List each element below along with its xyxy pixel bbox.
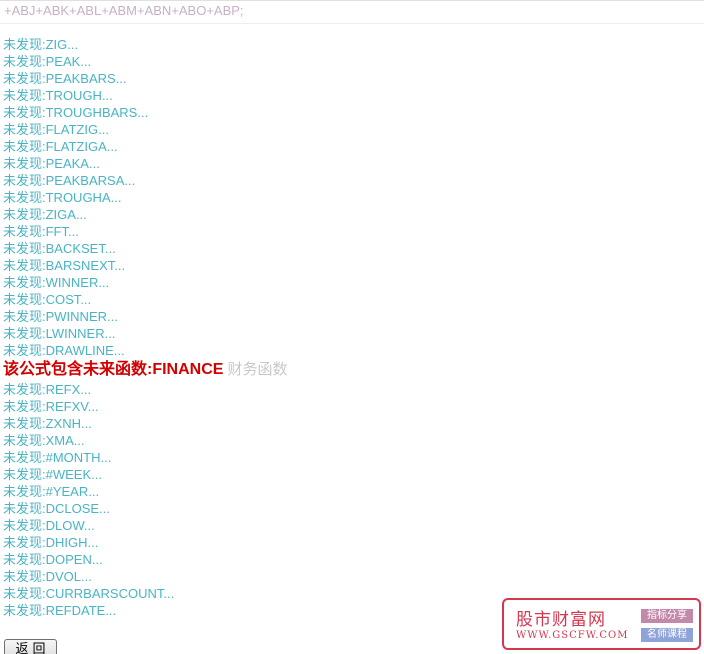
check-result-item: 未发现:LWINNER... [3, 326, 116, 341]
page: +ABJ+ABK+ABL+ABM+ABN+ABO+ABP; 未发现:ZIG...… [0, 0, 704, 654]
watermark-title: 股市财富网 [516, 610, 606, 630]
check-result-item: 未发现:REFXV... [3, 399, 99, 414]
check-result-item: 未发现:#YEAR... [3, 484, 100, 499]
check-result-item: 未发现:WINNER... [3, 275, 110, 290]
warning-sub-text: 财务函数 [227, 361, 288, 378]
check-result-item: 未发现:DVOL... [3, 569, 92, 584]
check-result-item: 未发现:REFX... [3, 382, 92, 397]
check-result-item: 未发现:TROUGHBARS... [3, 105, 149, 120]
check-result-item: 未发现:FLATZIG... [3, 122, 109, 137]
check-result-item: 未发现:ZIG... [3, 37, 79, 52]
check-result-item: 未发现:PEAKBARSA... [3, 173, 136, 188]
check-result-item: 未发现:DCLOSE... [3, 501, 110, 516]
site-watermark-logo: 股市财富网 WWW.GSCFW.COM 指标分享 名师课程 [502, 598, 701, 650]
formula-tail-text: +ABJ+ABK+ABL+ABM+ABN+ABO+ABP; [0, 0, 704, 24]
check-result-item: 未发现:#MONTH... [3, 450, 112, 465]
check-result-list: 未发现:ZIG... 未发现:PEAK... 未发现:PEAKBARS... 未发现:… [3, 36, 693, 619]
watermark-url: WWW.GSCFW.COM [516, 630, 629, 641]
check-result-item: 未发现:FFT... [3, 224, 79, 239]
check-result-item: 未发现:BARSNEXT... [3, 258, 126, 273]
check-result-item: 未发现:#WEEK... [3, 467, 102, 482]
check-result-item: 未发现:DOPEN... [3, 552, 103, 567]
check-result-item: 未发现:ZXNH... [3, 416, 92, 431]
check-result-item: 未发现:FLATZIGA... [3, 139, 118, 154]
future-function-warning: 该公式包含未来函数:FINANCE 财务函数 [3, 359, 693, 381]
check-result-item: 未发现:TROUGH... [3, 88, 113, 103]
check-result-item: 未发现:DLOW... [3, 518, 95, 533]
check-result-item: 未发现:PEAKBARS... [3, 71, 127, 86]
check-result-item: 未发现:TROUGHA... [3, 190, 122, 205]
check-result-item: 未发现:DHIGH... [3, 535, 99, 550]
watermark-tag-courses: 名师课程 [641, 628, 693, 642]
check-result-item: 未发现:BACKSET... [3, 241, 116, 256]
check-result-item: 未发现:ZIGA... [3, 207, 87, 222]
check-result-item: 未发现:COST... [3, 292, 92, 307]
check-result-item: 未发现:PWINNER... [3, 309, 118, 324]
check-result-item: 未发现:PEAK... [3, 54, 92, 69]
check-result-item: 未发现:DRAWLINE... [3, 343, 125, 358]
check-result-item: 未发现:PEAKA... [3, 156, 100, 171]
watermark-tag-indicators: 指标分享 [641, 609, 693, 623]
back-button[interactable]: 返回 [4, 639, 57, 654]
check-result-item: 未发现:XMA... [3, 433, 85, 448]
warning-main-text: 该公式包含未来函数:FINANCE [3, 361, 224, 378]
